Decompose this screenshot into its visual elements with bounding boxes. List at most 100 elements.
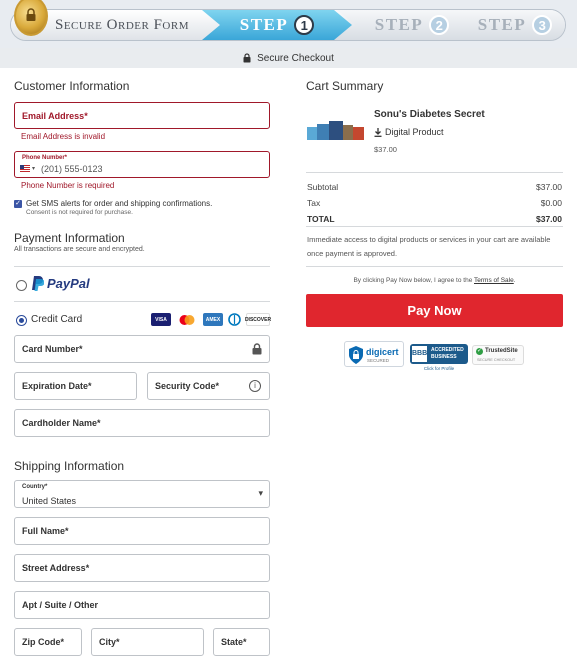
terms-suffix: .: [513, 277, 516, 284]
payment-subtitle: All transactions are secure and encrypte…: [14, 246, 145, 253]
phone-placeholder: (201) 555-0123: [41, 164, 103, 174]
order-progress-header: Secure Order Form STEP 1 STEP 2 STEP 3: [0, 0, 577, 48]
state-label: State*: [221, 637, 247, 647]
credit-card-radio[interactable]: [16, 315, 27, 326]
product-type-label: Digital Product: [385, 127, 444, 137]
shield-lock-icon: [349, 346, 363, 364]
city-label: City*: [99, 637, 120, 647]
product-type: Digital Product: [374, 127, 444, 137]
flag-canton: [20, 165, 24, 169]
sms-note: Consent is not required for purchase.: [26, 209, 133, 216]
full-name-field[interactable]: Full Name*: [14, 517, 270, 545]
discover-icon: DISCOVER: [245, 313, 271, 326]
bbb-badge[interactable]: BBB ACCREDITED BUSINESS: [410, 344, 468, 364]
country-value: United States: [22, 496, 77, 506]
step-1-label: STEP: [239, 15, 289, 34]
cardholder-name-field[interactable]: Cardholder Name*: [14, 409, 270, 437]
zip-code-label: Zip Code*: [22, 637, 64, 647]
total-value: $37.00: [536, 214, 562, 224]
pay-now-button[interactable]: Pay Now: [306, 294, 563, 327]
trustedsite-sub: SECURE CHECKOUT: [477, 358, 516, 362]
email-error: Email Address is invalid: [21, 132, 106, 141]
bbb-line2: BUSINESS: [431, 354, 457, 360]
check-icon: ✓: [476, 348, 483, 355]
state-field[interactable]: State*: [213, 628, 270, 656]
info-icon[interactable]: i: [249, 380, 261, 392]
divider: [306, 172, 563, 173]
terms-line: By clicking Pay Now below, I agree to th…: [306, 277, 563, 284]
credit-card-label[interactable]: Credit Card: [31, 314, 82, 325]
trustedsite-badge[interactable]: ✓ TrustedSite SECURE CHECKOUT: [472, 345, 524, 365]
access-note: Immediate access to digital products or …: [307, 235, 551, 258]
progress-bar: Secure Order Form STEP 1 STEP 2 STEP 3: [10, 9, 566, 41]
mastercard-icon: [177, 313, 197, 326]
paypal-icon: [32, 276, 44, 291]
step-3-label: STEP: [477, 15, 527, 34]
paypal-option[interactable]: PayPal: [31, 276, 90, 291]
security-code-field[interactable]: Security Code* i: [147, 372, 270, 400]
step-3-number: 3: [532, 15, 553, 35]
step-2-number: 2: [429, 15, 450, 35]
amex-icon: AMEX: [203, 313, 223, 326]
digicert-sub: SECURED: [367, 358, 390, 363]
product-price: $37.00: [374, 145, 397, 154]
digicert-label: digicert: [366, 347, 399, 357]
sms-checkbox[interactable]: ✓: [14, 200, 22, 208]
divider: [14, 266, 270, 267]
phone-field[interactable]: Phone Number* ▾ (201) 555-0123: [14, 151, 270, 178]
email-label: Email Address*: [22, 111, 88, 121]
sms-label: Get SMS alerts for order and shipping co…: [26, 199, 213, 208]
step-1-number: 1: [294, 15, 315, 35]
bbb-logo-icon: BBB: [412, 346, 427, 362]
tax-label: Tax: [307, 198, 321, 208]
country-select[interactable]: Country* United States ▾: [14, 480, 270, 508]
product-name: Sonu's Diabetes Secret: [374, 109, 485, 120]
customer-info-title: Customer Information: [14, 79, 130, 93]
apt-suite-label: Apt / Suite / Other: [22, 600, 99, 610]
lock-icon: [243, 53, 251, 63]
phone-label: Phone Number*: [22, 155, 68, 161]
full-name-label: Full Name*: [22, 526, 69, 536]
tax-value: $0.00: [540, 198, 562, 208]
digicert-badge[interactable]: digicert SECURED: [344, 341, 404, 367]
download-icon: [374, 127, 382, 137]
expiration-field[interactable]: Expiration Date*: [14, 372, 137, 400]
expiration-label: Expiration Date*: [22, 381, 92, 391]
shipping-info-title: Shipping Information: [14, 459, 125, 473]
city-field[interactable]: City*: [91, 628, 204, 656]
apt-suite-field[interactable]: Apt / Suite / Other: [14, 591, 270, 619]
secure-checkout-label: Secure Checkout: [257, 52, 334, 64]
payment-info-title: Payment Information: [14, 231, 125, 245]
diners-icon: [226, 313, 243, 326]
visa-icon: VISA: [151, 313, 171, 326]
bbb-line1: ACCREDITED: [431, 347, 464, 353]
subtotal-value: $37.00: [536, 182, 562, 192]
paypal-label: PayPal: [47, 276, 90, 291]
card-number-field[interactable]: Card Number*: [14, 335, 270, 363]
cardholder-name-label: Cardholder Name*: [22, 418, 101, 428]
terms-of-sale-link[interactable]: Terms of Sale: [474, 277, 514, 284]
street-address-label: Street Address*: [22, 563, 90, 573]
security-code-label: Security Code*: [155, 381, 220, 391]
amex-text: AMEX: [205, 316, 221, 323]
secure-checkout-bar: Secure Checkout: [0, 48, 577, 68]
paypal-radio[interactable]: [16, 280, 27, 291]
subtotal-label: Subtotal: [307, 182, 339, 192]
bbb-caption[interactable]: Click for Profile: [410, 366, 468, 371]
email-field[interactable]: Email Address*: [14, 102, 270, 129]
divider: [306, 226, 563, 227]
chevron-down-icon: ▾: [258, 488, 263, 498]
step-3: STEP 3: [455, 10, 565, 40]
step-2-label: STEP: [374, 15, 424, 34]
chevron-down-icon[interactable]: ▾: [32, 165, 35, 172]
divider: [306, 266, 563, 267]
step-1: STEP 1: [202, 10, 352, 40]
zip-code-field[interactable]: Zip Code*: [14, 628, 82, 656]
street-address-field[interactable]: Street Address*: [14, 554, 270, 582]
lock-icon: [252, 343, 262, 355]
trustedsite-label: TrustedSite: [485, 348, 518, 354]
product-image: [307, 121, 365, 141]
phone-error: Phone Number is required: [21, 181, 115, 190]
form-title: Secure Order Form: [55, 16, 189, 33]
divider: [14, 301, 270, 302]
